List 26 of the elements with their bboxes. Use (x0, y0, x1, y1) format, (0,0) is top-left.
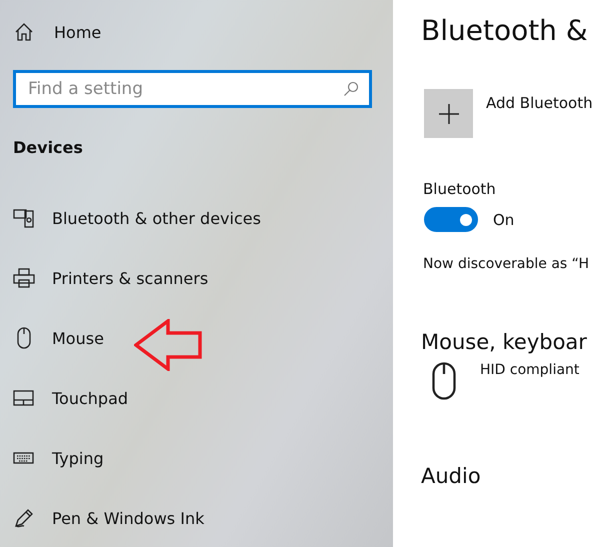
sidebar-item[interactable]: Pen & Windows Ink (0, 506, 393, 530)
section-heading: Audio (421, 464, 482, 488)
printer-icon (13, 268, 35, 288)
sidebar-item[interactable]: Touchpad (0, 386, 393, 410)
discoverable-text: Now discoverable as “H (423, 256, 590, 272)
sidebar-item[interactable]: Typing (0, 446, 393, 470)
annotation-arrow (134, 319, 204, 371)
setting-label: Bluetooth (423, 180, 497, 198)
toggle-state: On (493, 210, 514, 228)
home-icon (13, 22, 35, 42)
plus-icon (438, 102, 460, 124)
search-field[interactable]: Find a setting (13, 70, 372, 108)
page-title: Bluetooth & (421, 13, 589, 49)
section-heading: Devices (13, 138, 84, 157)
pen-icon (13, 507, 35, 529)
keyboard-speaker-icon (13, 208, 35, 228)
sidebar-item[interactable]: Printers & scanners (0, 266, 393, 290)
add-device-label[interactable]: Add Bluetooth (486, 94, 593, 112)
sidebar-item[interactable]: Bluetooth & other devices (0, 206, 393, 230)
add-button[interactable] (424, 89, 473, 138)
section-heading: Mouse, keyboar (421, 330, 588, 354)
home-link[interactable]: Home (0, 20, 393, 44)
toggle-switch[interactable] (424, 207, 478, 232)
sidebar-item[interactable]: Mouse (0, 326, 393, 350)
touchpad-icon (13, 388, 35, 408)
device-name[interactable]: HID compliant (480, 362, 580, 378)
